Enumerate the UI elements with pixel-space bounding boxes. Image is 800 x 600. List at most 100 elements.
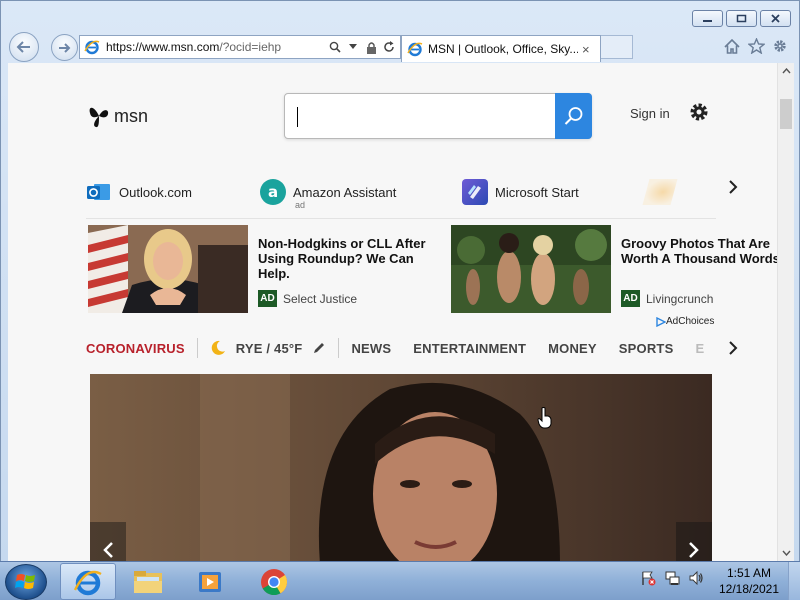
quick-links-next-button[interactable] (728, 179, 738, 200)
scroll-up-icon[interactable] (781, 66, 792, 76)
restore-icon (736, 14, 747, 23)
hero-image (90, 374, 712, 561)
home-icon[interactable] (723, 37, 741, 55)
chevron-right-icon (729, 341, 738, 355)
divider (338, 338, 340, 358)
quick-link-label: Amazon Assistant (293, 184, 397, 200)
category-coronavirus[interactable]: CORONAVIRUS (86, 341, 185, 356)
close-icon (771, 14, 780, 23)
taskbar-media-player[interactable] (182, 563, 238, 600)
chevron-right-icon (689, 542, 699, 558)
taskbar-file-explorer[interactable] (120, 563, 176, 600)
close-window-button[interactable] (760, 10, 791, 27)
action-center-flag-icon[interactable] (640, 570, 656, 591)
text-cursor (297, 107, 298, 127)
category-bar: CORONAVIRUS RYE / 45°F NEWS ENTERTAINMEN… (86, 333, 726, 363)
msn-logo[interactable]: msn (88, 103, 148, 129)
outlook-icon (86, 179, 112, 205)
taskbar: 1:51 AM 12/18/2021 (0, 561, 800, 600)
ad-image-woman[interactable] (88, 225, 248, 313)
folder-icon (134, 570, 162, 593)
forward-arrow-icon (58, 42, 70, 53)
ad-source-name: Livingcrunch (646, 291, 714, 306)
categories-next-button[interactable] (728, 340, 738, 361)
search-icon[interactable] (328, 39, 342, 55)
microsoft-start-icon (462, 179, 488, 205)
volume-icon[interactable] (688, 570, 704, 591)
window-controls (692, 10, 791, 27)
chevron-right-icon (729, 180, 738, 194)
pencil-icon[interactable] (312, 341, 326, 355)
windows-logo-icon (15, 574, 35, 589)
moon-icon (210, 340, 226, 356)
ad-image-group[interactable] (451, 225, 611, 313)
scrollbar-thumb[interactable] (780, 99, 792, 129)
ad-title[interactable]: Groovy Photos That Are Worth A Thousand … (621, 236, 794, 266)
amazon-icon: a (260, 179, 286, 205)
network-icon[interactable] (664, 570, 680, 591)
msn-logo-text: msn (114, 105, 149, 126)
adchoices-label: AdChoices (666, 316, 715, 327)
category-money[interactable]: MONEY (548, 341, 597, 356)
msn-settings-button[interactable] (688, 101, 710, 128)
quick-link-partial[interactable] (642, 179, 678, 205)
quick-link-label: Outlook.com (119, 184, 192, 200)
ad-indicator: ad (295, 200, 306, 210)
minimize-button[interactable] (692, 10, 723, 27)
refresh-icon[interactable] (382, 39, 396, 55)
favorites-star-icon[interactable] (747, 37, 765, 55)
new-tab-button[interactable] (601, 35, 633, 59)
ad-source[interactable]: AD Select Justice (258, 290, 357, 307)
address-bar[interactable]: https://www.msn.com/?ocid=iehp (79, 35, 401, 59)
restore-button[interactable] (726, 10, 757, 27)
tab-close-icon[interactable]: × (582, 42, 590, 57)
ad-title[interactable]: Non-Hodgkins or CLL After Using Roundup?… (258, 236, 448, 281)
address-bar-icons (328, 39, 396, 55)
search-input[interactable] (284, 93, 592, 139)
category-sports[interactable]: SPORTS (619, 341, 674, 356)
taskbar-internet-explorer[interactable] (60, 563, 116, 600)
quick-link-outlook[interactable]: Outlook.com (86, 179, 192, 205)
adchoices-link[interactable]: AdChoices (656, 316, 714, 327)
quick-link-microsoft-start[interactable]: Microsoft Start (462, 179, 579, 205)
lock-icon[interactable] (364, 39, 378, 55)
show-desktop-button[interactable] (788, 562, 800, 600)
clock-date: 12/18/2021 (718, 582, 780, 596)
ad-source-name: Select Justice (283, 291, 358, 306)
ie-logo-icon (407, 42, 423, 57)
search-button[interactable] (555, 93, 592, 139)
carousel-prev-button[interactable] (90, 522, 126, 561)
taskbar-chrome[interactable] (246, 563, 302, 600)
chevron-left-icon (103, 542, 113, 558)
quick-links-bar: Outlook.com a Amazon Assistant ad Micros… (86, 175, 716, 219)
hand-cursor-icon (537, 407, 553, 434)
partial-link-icon (642, 179, 678, 205)
chrome-icon (261, 568, 288, 595)
ie-logo-icon (84, 40, 100, 55)
dropdown-arrow-icon[interactable] (346, 39, 360, 55)
start-button[interactable] (5, 564, 47, 600)
forward-button[interactable] (51, 34, 78, 61)
hero-carousel[interactable] (90, 374, 712, 561)
category-news[interactable]: NEWS (351, 341, 391, 356)
settings-gear-icon[interactable] (771, 37, 789, 55)
adchoices-icon (656, 316, 666, 327)
scroll-down-icon[interactable] (781, 548, 792, 558)
sign-in-link[interactable]: Sign in (630, 106, 670, 121)
msn-butterfly-icon (89, 107, 109, 128)
carousel-next-button[interactable] (676, 522, 712, 561)
system-clock[interactable]: 1:51 AM 12/18/2021 (708, 565, 790, 597)
sponsored-ads: Non-Hodgkins or CLL After Using Roundup?… (88, 225, 788, 315)
ad-source[interactable]: AD Livingcrunch (621, 290, 713, 307)
category-entertainment[interactable]: ENTERTAINMENT (413, 341, 526, 356)
ad-badge: AD (258, 290, 277, 307)
weather-location[interactable]: RYE / 45°F (236, 341, 303, 356)
tab-msn[interactable]: MSN | Outlook, Office, Sky... × (401, 35, 601, 62)
back-button[interactable] (9, 32, 39, 62)
vertical-scrollbar[interactable] (777, 63, 794, 561)
page-viewport: msn Sign in Outlook.com a Amazon Assista… (8, 63, 794, 561)
navigation-bar: https://www.msn.com/?ocid=iehp MSN | Out… (7, 32, 793, 62)
tab-title: MSN | Outlook, Office, Sky... (428, 42, 578, 56)
category-partial[interactable]: E (695, 341, 704, 356)
quick-link-amazon-assistant[interactable]: a Amazon Assistant (260, 179, 396, 205)
